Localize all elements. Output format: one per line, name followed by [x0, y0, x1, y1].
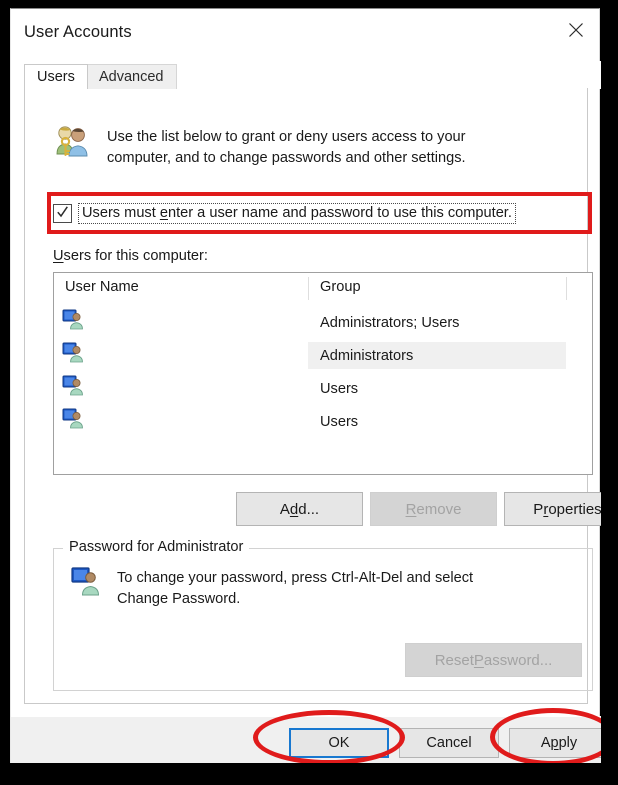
users-listview[interactable]: User Name Group Administrators; Users Ad… — [53, 272, 593, 475]
tab-page-users: Use the list below to grant or deny user… — [24, 88, 618, 704]
tab-users[interactable]: Users — [24, 64, 88, 89]
title-bar: User Accounts — [11, 9, 599, 61]
intro-text: Use the list below to grant or deny user… — [107, 124, 466, 168]
intro-block: Use the list below to grant or deny user… — [53, 124, 563, 168]
intro-line-2: computer, and to change passwords and ot… — [107, 149, 466, 166]
dialog-footer: OK Cancel Ap ply — [11, 716, 609, 764]
properties-label-before: P — [533, 500, 544, 518]
caption-rest: sers for this computer: — [63, 248, 208, 264]
add-button[interactable]: Ad d... — [236, 492, 363, 526]
add-label-after: d... — [298, 500, 320, 518]
window-title: User Accounts — [24, 23, 132, 41]
remove-button[interactable]: Remove — [370, 492, 497, 526]
reset-password-button[interactable]: Reset Password... — [405, 643, 582, 677]
require-credentials-checkbox[interactable] — [53, 204, 72, 223]
intro-line-1: Use the list below to grant or deny user… — [107, 129, 466, 145]
cell-group: Administrators; Users — [320, 314, 460, 331]
remove-label-accel: R — [405, 500, 417, 518]
apply-label-after: ply — [558, 735, 578, 751]
apply-label-before: A — [540, 735, 551, 751]
users-list-caption: Users for this computer: — [53, 248, 208, 264]
user-computer-icon — [62, 341, 84, 363]
apply-label-accel: p — [550, 735, 559, 751]
frame-edge-top — [0, 0, 618, 8]
close-icon — [568, 22, 584, 38]
password-line-1: To change your password, press Ctrl-Alt-… — [117, 570, 474, 586]
frame-edge-bottom — [0, 763, 618, 785]
label-part-before: Users must — [82, 205, 160, 221]
user-accounts-dialog: User Accounts Use the list below to gran… — [10, 8, 618, 764]
reset-label-after: assword... — [483, 651, 553, 669]
remove-label-after: emove — [416, 500, 462, 518]
password-line-2: Change Password. — [117, 590, 241, 607]
cell-group: Users — [320, 413, 359, 430]
password-info-text: To change your password, press Ctrl-Alt-… — [117, 566, 473, 609]
ok-button[interactable]: OK — [289, 728, 389, 758]
table-row[interactable]: Administrators — [54, 337, 592, 370]
table-row[interactable]: Administrators; Users — [54, 304, 592, 337]
password-info-block: To change your password, press Ctrl-Alt-… — [71, 566, 551, 609]
reset-label-before: Reset — [434, 651, 474, 669]
listview-header: User Name Group — [54, 273, 592, 304]
users-key-icon — [53, 124, 91, 158]
label-part-after: nter a user name and password to use thi… — [167, 205, 512, 221]
user-computer-icon — [62, 308, 84, 330]
screenshot-root: User Accounts Use the list below to gran… — [0, 0, 618, 785]
user-computer-icon — [71, 566, 101, 596]
table-row[interactable]: Users — [54, 370, 592, 403]
caption-accel: U — [53, 248, 64, 264]
column-divider[interactable] — [308, 277, 309, 300]
frame-edge-right — [601, 0, 618, 785]
apply-button[interactable]: Ap ply — [509, 728, 609, 758]
table-row[interactable]: Users — [54, 403, 592, 436]
user-computer-icon — [62, 407, 84, 429]
checkmark-icon — [57, 206, 68, 219]
user-computer-icon — [62, 374, 84, 396]
list-action-buttons: Ad d... Remove Pr operties — [53, 492, 618, 526]
close-button[interactable] — [553, 9, 599, 51]
frame-edge-left — [0, 0, 10, 785]
cell-group: Users — [320, 380, 359, 397]
cell-group: Administrators — [308, 342, 566, 369]
column-header-user-name[interactable]: User Name — [65, 279, 139, 295]
tab-strip: Users Advanced — [11, 61, 601, 89]
require-credentials-row[interactable]: Users must enter a user name and passwor… — [53, 203, 516, 224]
require-credentials-label: Users must enter a user name and passwor… — [78, 203, 516, 224]
reset-label-accel: P — [473, 651, 484, 669]
add-label-before: A — [279, 500, 290, 518]
cancel-button[interactable]: Cancel — [399, 728, 499, 758]
label-accel: e — [159, 205, 168, 221]
add-label-accel: d — [289, 500, 299, 518]
column-header-group[interactable]: Group — [320, 279, 361, 295]
properties-label-after: operties — [548, 500, 602, 518]
password-group-legend: Password for Administrator — [63, 539, 250, 555]
tab-advanced[interactable]: Advanced — [86, 64, 177, 89]
column-divider[interactable] — [566, 277, 567, 300]
